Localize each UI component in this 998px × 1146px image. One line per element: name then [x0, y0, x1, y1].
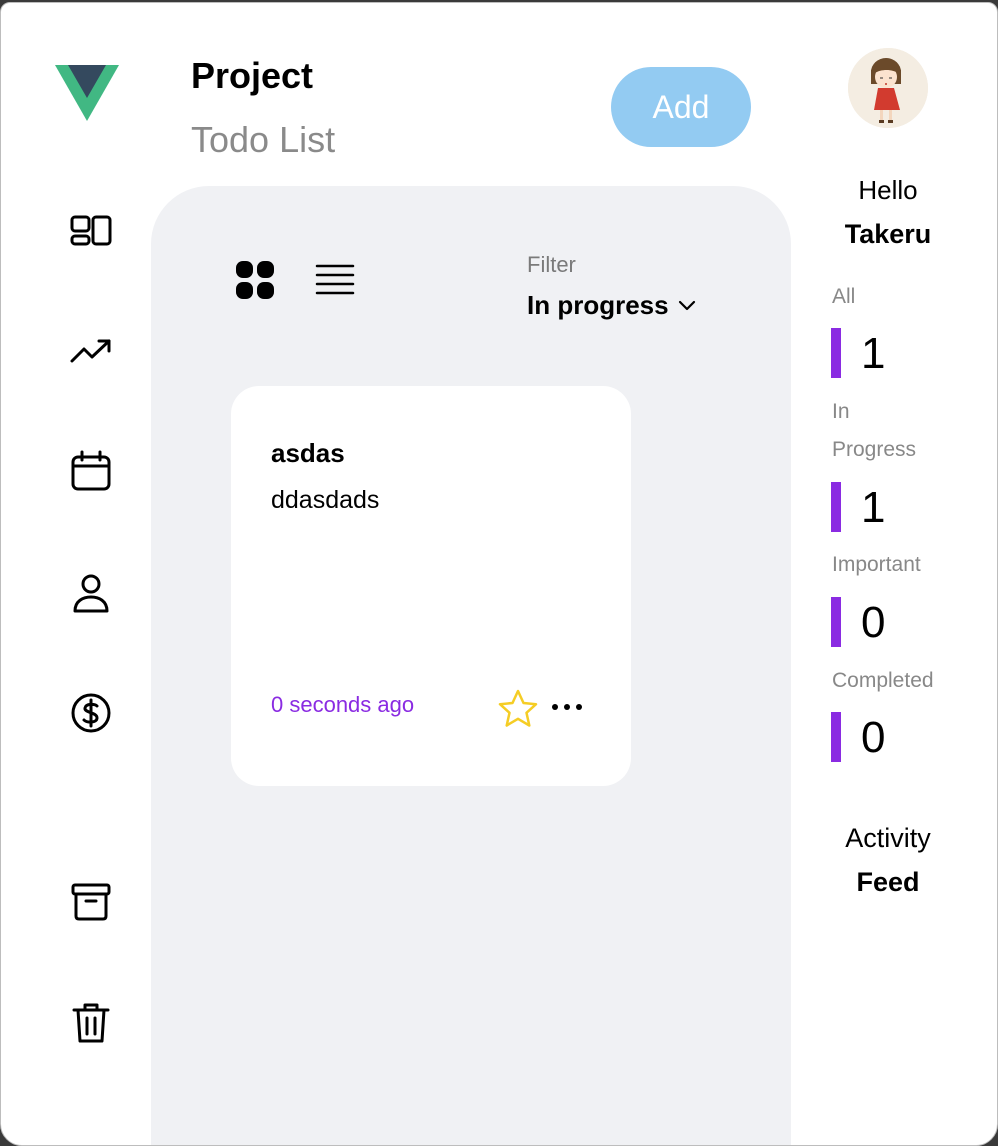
stat-bar-in-progress [831, 482, 841, 532]
stat-label-in-progress-line2: Progress [832, 438, 917, 461]
stat-label-in-progress-line1: In [832, 400, 850, 423]
avatar[interactable] [848, 48, 928, 128]
dollar-icon [71, 693, 111, 733]
more-options-icon[interactable] [549, 692, 585, 722]
sidebar-item-analytics[interactable] [67, 327, 115, 375]
archive-icon [71, 883, 111, 921]
stat-value-all: 1 [861, 329, 886, 378]
todo-panel: Filter In progress asdas ddasdads 0 seco… [151, 186, 791, 1145]
list-view-icon[interactable] [315, 262, 355, 298]
sidebar-item-billing[interactable] [67, 689, 115, 737]
app-window: Project Todo List Add Filter In progress… [0, 2, 998, 1146]
todo-card[interactable]: asdas ddasdads 0 seconds ago [231, 386, 631, 786]
stat-bar-all [831, 328, 841, 378]
stat-label-all: All [832, 285, 856, 308]
activity-feed-title-line1: Activity [845, 823, 931, 853]
stat-bar-completed [831, 712, 841, 762]
avatar-image [848, 48, 928, 128]
add-button[interactable]: Add [611, 67, 751, 147]
filter-label: Filter [527, 252, 576, 277]
sidebar-item-trash[interactable] [67, 999, 115, 1047]
activity-feed-title-line2: Feed [856, 867, 920, 897]
greeting-text: Hello [858, 175, 918, 205]
stat-value-completed: 0 [861, 713, 886, 762]
stat-bar-important [831, 597, 841, 647]
dashboard-icon [70, 215, 112, 246]
trending-up-icon [70, 339, 111, 363]
filter-dropdown[interactable]: In progress [527, 290, 697, 321]
stat-label-important: Important [832, 553, 921, 576]
sidebar-item-dashboard[interactable] [67, 207, 115, 255]
username: Takeru [844, 219, 932, 249]
stat-value-important: 0 [861, 598, 886, 647]
user-icon [73, 574, 109, 613]
page-title: Project [191, 55, 314, 96]
stat-label-completed: Completed [832, 669, 934, 692]
stat-value-in-progress: 1 [861, 483, 886, 532]
sidebar-item-calendar[interactable] [67, 447, 115, 495]
todo-timestamp: 0 seconds ago [271, 692, 415, 717]
vue-logo [55, 65, 119, 121]
sidebar-item-archive[interactable] [67, 877, 115, 925]
todo-description: ddasdads [271, 486, 380, 514]
sidebar-item-profile[interactable] [67, 569, 115, 617]
star-icon[interactable] [497, 688, 539, 730]
calendar-icon [71, 450, 111, 491]
todo-title: asdas [271, 438, 345, 468]
page-subtitle: Todo List [191, 119, 336, 160]
chevron-down-icon [678, 300, 695, 310]
filter-selected-value: In progress [527, 290, 669, 320]
trash-icon [72, 1003, 110, 1043]
grid-view-icon[interactable] [235, 260, 275, 300]
